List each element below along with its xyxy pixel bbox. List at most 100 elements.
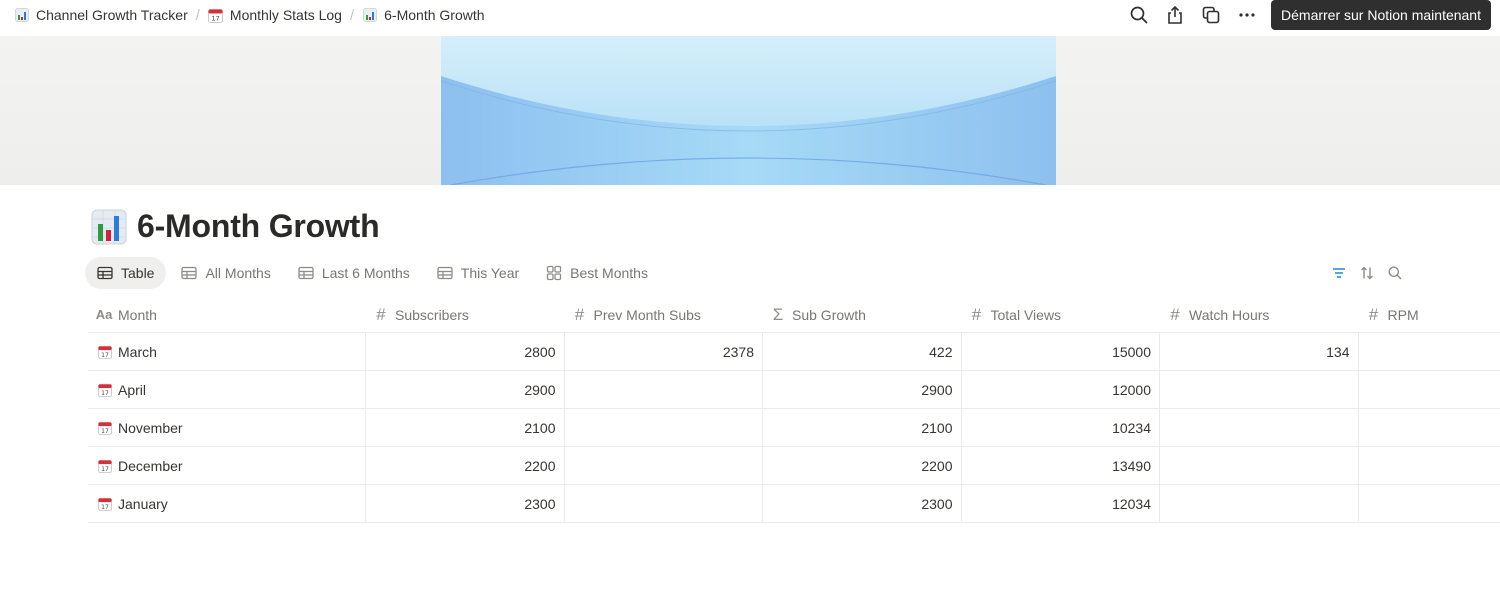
cell-rpm[interactable]	[1357, 409, 1500, 446]
breadcrumb-item-6-month-growth[interactable]: 6-Month Growth	[360, 5, 486, 25]
cell-watch-hours[interactable]	[1159, 485, 1358, 522]
search-icon[interactable]	[1121, 1, 1157, 29]
cell-month[interactable]: 17 November	[88, 409, 365, 446]
column-label: Prev Month Subs	[593, 306, 701, 323]
calendar-icon: 17	[208, 7, 224, 23]
cell-month[interactable]: 17 April	[88, 371, 365, 408]
month-name: December	[118, 457, 183, 474]
cell-subscribers[interactable]: 2900	[365, 371, 564, 408]
bar-chart-icon	[362, 7, 378, 23]
column-header-total-views[interactable]: # Total Views	[961, 297, 1160, 332]
calendar-icon: 17	[98, 421, 112, 435]
month-name: April	[118, 381, 147, 398]
cell-rpm[interactable]	[1357, 485, 1500, 522]
table-icon	[437, 265, 453, 281]
page-title: 6-Month Growth	[137, 208, 380, 244]
number-property-icon: #	[1368, 304, 1379, 324]
cell-total-views[interactable]: 12034	[960, 485, 1160, 522]
cell-month[interactable]: 17 January	[88, 485, 365, 522]
database-table: Aa Month # Subscribers # Prev Month Subs…	[88, 297, 1500, 523]
tab-label: All Months	[205, 265, 271, 281]
column-header-watch-hours[interactable]: # Watch Hours	[1159, 297, 1358, 332]
cell-prev-month-subs[interactable]	[563, 409, 763, 446]
table-icon	[181, 265, 198, 281]
search-icon[interactable]	[1386, 264, 1404, 282]
breadcrumb-label: Monthly Stats Log	[229, 7, 342, 23]
svg-text:17: 17	[101, 465, 109, 472]
cell-prev-month-subs[interactable]: 2378	[563, 333, 763, 370]
tab-this-year[interactable]: This Year	[425, 257, 531, 289]
cell-subscribers[interactable]: 2100	[365, 409, 564, 446]
cell-total-views[interactable]: 10234	[960, 409, 1160, 446]
cell-month[interactable]: 17 December	[88, 447, 365, 484]
cell-prev-month-subs[interactable]	[563, 371, 763, 408]
cell-rpm[interactable]	[1357, 371, 1500, 408]
calendar-icon: 17	[98, 383, 112, 397]
cell-rpm[interactable]	[1357, 447, 1500, 484]
start-on-notion-button[interactable]: Démarrer sur Notion maintenant	[1271, 0, 1491, 30]
svg-text:17: 17	[101, 389, 109, 396]
table-row[interactable]: 17 November 2100 2100 10234	[88, 409, 1500, 447]
breadcrumb-separator: /	[349, 6, 355, 24]
column-label: Subscribers	[395, 306, 469, 323]
column-header-sub-growth[interactable]: Σ Sub Growth	[762, 297, 961, 332]
breadcrumb-item-monthly-stats-log[interactable]: 17 Monthly Stats Log	[206, 5, 344, 25]
month-name: January	[118, 495, 168, 512]
cell-sub-growth[interactable]: 2300	[762, 485, 961, 522]
column-header-subscribers[interactable]: # Subscribers	[365, 297, 564, 332]
cell-watch-hours[interactable]	[1159, 447, 1358, 484]
tab-best-months[interactable]: Best Months	[534, 257, 660, 289]
column-header-prev-month-subs[interactable]: # Prev Month Subs	[564, 297, 763, 332]
cell-watch-hours[interactable]	[1159, 409, 1358, 446]
table-header: Aa Month # Subscribers # Prev Month Subs…	[88, 297, 1500, 333]
cell-sub-growth[interactable]: 2100	[762, 409, 961, 446]
table-row[interactable]: 17 April 2900 2900 12000	[88, 371, 1500, 409]
number-property-icon: #	[376, 304, 386, 324]
more-options-icon[interactable]	[1229, 1, 1265, 29]
breadcrumb-item-channel-growth-tracker[interactable]: Channel Growth Tracker	[12, 5, 190, 25]
cell-subscribers[interactable]: 2300	[365, 485, 564, 522]
cell-prev-month-subs[interactable]	[563, 485, 763, 522]
duplicate-icon[interactable]	[1193, 1, 1229, 29]
top-bar: Channel Growth Tracker / 17 Monthly Stat…	[0, 0, 1500, 30]
page-header: 6-Month Growth	[91, 208, 380, 245]
tab-label: This Year	[460, 265, 520, 281]
tab-label: Best Months	[570, 265, 648, 281]
column-header-month[interactable]: Aa Month	[88, 297, 365, 332]
cell-subscribers[interactable]: 2800	[365, 333, 564, 370]
cell-prev-month-subs[interactable]	[563, 447, 763, 484]
cell-month[interactable]: 17 March	[88, 333, 365, 370]
share-icon[interactable]	[1157, 1, 1193, 29]
tab-last-6-months[interactable]: Last 6 Months	[286, 257, 422, 289]
column-label: Month	[118, 306, 157, 323]
column-label: Watch Hours	[1189, 306, 1270, 323]
tab-all-months[interactable]: All Months	[169, 257, 282, 289]
column-header-rpm[interactable]: # RPM	[1358, 297, 1500, 332]
text-property-icon: Aa	[95, 307, 113, 322]
svg-text:17: 17	[212, 14, 220, 22]
cell-total-views[interactable]: 13490	[960, 447, 1160, 484]
bar-chart-icon[interactable]	[91, 209, 127, 245]
svg-text:17: 17	[101, 427, 109, 434]
cell-watch-hours[interactable]: 134	[1159, 333, 1358, 370]
cell-rpm[interactable]	[1357, 333, 1500, 370]
cell-sub-growth[interactable]: 2200	[762, 447, 961, 484]
table-row[interactable]: 17 March 2800 2378 422 15000 134	[88, 333, 1500, 371]
month-name: March	[118, 343, 157, 360]
month-name: November	[118, 419, 183, 436]
sort-icon[interactable]	[1358, 264, 1376, 282]
page-cover	[0, 36, 1500, 185]
cell-sub-growth[interactable]: 2900	[762, 371, 961, 408]
table-row[interactable]: 17 December 2200 2200 13490	[88, 447, 1500, 485]
tab-label: Table	[121, 265, 155, 281]
tab-table[interactable]: Table	[85, 257, 167, 289]
cell-total-views[interactable]: 12000	[960, 371, 1160, 408]
cell-subscribers[interactable]: 2200	[365, 447, 564, 484]
cell-total-views[interactable]: 15000	[960, 333, 1160, 370]
cell-watch-hours[interactable]	[1159, 371, 1358, 408]
cell-sub-growth[interactable]: 422	[762, 333, 961, 370]
table-row[interactable]: 17 January 2300 2300 12034	[88, 485, 1500, 523]
svg-text:17: 17	[101, 503, 109, 510]
number-property-icon: #	[1170, 304, 1180, 324]
filter-icon[interactable]	[1330, 264, 1348, 282]
